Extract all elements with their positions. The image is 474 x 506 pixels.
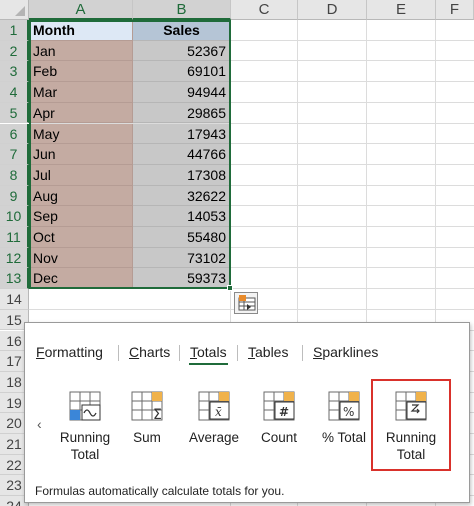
column-header-f[interactable]: F [436, 0, 474, 20]
row-header-1[interactable]: 1 [0, 20, 29, 41]
option-sum[interactable]: Σ Sum [121, 385, 173, 469]
row-header-2[interactable]: 2 [0, 40, 29, 62]
month-cell[interactable]: Nov [30, 247, 133, 269]
row-header-3[interactable]: 3 [0, 61, 29, 83]
month-cell[interactable]: Jul [30, 164, 133, 186]
tab-charts[interactable]: Charts [128, 341, 171, 363]
row-header-8[interactable]: 8 [0, 164, 29, 186]
quick-analysis-tabs: Formatting Charts Totals Tables Sparklines [25, 341, 469, 367]
row-header-5[interactable]: 5 [0, 102, 29, 124]
option-total[interactable]: % % Total [315, 385, 373, 469]
quick-analysis-panel: Formatting Charts Totals Tables Sparklines ‹… [24, 322, 470, 503]
column-header-a[interactable]: A [29, 0, 133, 20]
option-label: Running Total [59, 430, 111, 462]
tab-separator [179, 345, 180, 361]
sales-cell[interactable]: 59373 [133, 268, 230, 290]
row-header-7[interactable]: 7 [0, 144, 29, 165]
header-cell-month[interactable]: Month [30, 20, 133, 41]
svg-text:#: # [279, 405, 289, 419]
option-running-total-row[interactable]: Running Total [375, 385, 447, 469]
sales-cell[interactable]: 52367 [133, 40, 230, 62]
month-cell[interactable]: Dec [30, 268, 133, 290]
count-icon: # [263, 391, 295, 421]
sales-cell[interactable]: 32622 [133, 185, 230, 207]
svg-text:Σ: Σ [153, 407, 162, 421]
option-label: Running Total [385, 430, 437, 462]
select-all-corner[interactable] [0, 0, 29, 20]
sales-cell[interactable]: 73102 [133, 247, 230, 269]
row-header-9[interactable]: 9 [0, 185, 29, 207]
scroll-left-arrow[interactable]: ‹ [37, 416, 42, 432]
sales-cell[interactable]: 94944 [133, 82, 230, 103]
quick-analysis-icon [238, 295, 256, 311]
month-cell[interactable]: Mar [30, 82, 133, 103]
option-average[interactable]: x̄ Average [181, 385, 247, 469]
quick-analysis-button[interactable] [234, 292, 258, 314]
month-cell[interactable]: Aug [30, 185, 133, 207]
row-header-12[interactable]: 12 [0, 247, 29, 269]
tab-sparklines[interactable]: Sparklines [312, 341, 379, 363]
running-total-row-icon [395, 391, 427, 421]
tab-separator [302, 345, 303, 361]
row-header-14[interactable]: 14 [0, 289, 29, 310]
running-total-column-icon [69, 391, 101, 421]
column-header-c[interactable]: C [231, 0, 298, 20]
sum-icon: Σ [131, 391, 163, 423]
tab-formatting[interactable]: Formatting [35, 341, 104, 363]
panel-description: Formulas automatically calculate totals … [35, 484, 285, 498]
tab-tables[interactable]: Tables [247, 341, 289, 363]
row-header-10[interactable]: 10 [0, 206, 29, 227]
option-label: Count [260, 430, 298, 445]
month-cell[interactable]: Oct [30, 227, 133, 248]
sales-cell[interactable]: 69101 [133, 61, 230, 83]
column-header-b[interactable]: B [133, 0, 231, 20]
row-header-4[interactable]: 4 [0, 82, 29, 103]
header-cell-sales[interactable]: Sales [133, 20, 230, 41]
tab-separator [118, 345, 119, 361]
fill-handle[interactable] [227, 285, 233, 291]
option-label: Average [188, 430, 240, 445]
row-header-13[interactable]: 13 [0, 268, 29, 290]
sales-cell[interactable]: 55480 [133, 227, 230, 248]
month-cell[interactable]: Apr [30, 102, 133, 124]
sales-cell[interactable]: 44766 [133, 144, 230, 165]
option-label: Sum [133, 430, 161, 445]
month-cell[interactable]: Sep [30, 206, 133, 227]
column-header-d[interactable]: D [298, 0, 367, 20]
option-label: % Total [321, 430, 367, 445]
month-cell[interactable]: Feb [30, 61, 133, 83]
month-cell[interactable]: Jan [30, 40, 133, 62]
month-cell[interactable]: Jun [30, 144, 133, 165]
month-cell[interactable]: May [30, 123, 133, 145]
svg-text:%: % [343, 405, 354, 419]
option-running-total[interactable]: Running Total [55, 385, 115, 469]
sales-cell[interactable]: 29865 [133, 102, 230, 124]
percent-total-icon: % [328, 391, 360, 421]
option-count[interactable]: # Count [251, 385, 307, 469]
column-header-e[interactable]: E [367, 0, 436, 20]
svg-text:x̄: x̄ [215, 405, 222, 419]
tab-totals[interactable]: Totals [189, 341, 228, 365]
sales-cell[interactable]: 17943 [133, 123, 230, 145]
row-header-6[interactable]: 6 [0, 123, 29, 145]
row-header-11[interactable]: 11 [0, 227, 29, 248]
tab-separator [237, 345, 238, 361]
sales-cell[interactable]: 17308 [133, 164, 230, 186]
sales-cell[interactable]: 14053 [133, 206, 230, 227]
average-icon: x̄ [198, 391, 230, 421]
